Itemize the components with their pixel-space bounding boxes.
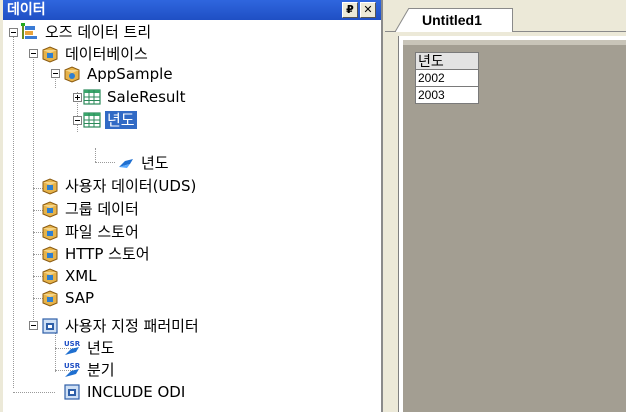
dataset-grid-icon <box>83 112 101 128</box>
table-header-cell[interactable]: 년도 <box>415 52 479 70</box>
collapse-root-button[interactable] <box>9 28 18 37</box>
field-icon <box>119 159 133 168</box>
database-icon <box>42 268 58 285</box>
table-cell[interactable]: 2003 <box>415 86 479 104</box>
svg-text:USR: USR <box>64 340 81 348</box>
pin-button[interactable]: ₽ <box>342 2 358 18</box>
data-tree: 오즈 데이터 트리 데이터베이스 AppSample SaleResult 년도… <box>3 20 381 412</box>
tree-node-group-data[interactable]: 그룹 데이터 <box>41 199 141 219</box>
svg-text:USR: USR <box>64 362 81 370</box>
collapse-database-button[interactable] <box>29 49 38 58</box>
user-param-icon: USR <box>64 340 81 355</box>
expand-saleresult-button[interactable] <box>73 93 82 102</box>
include-odi-icon <box>64 384 80 400</box>
document-area: Untitled1 년도 2002 2003 <box>385 0 626 412</box>
tree-root-icon <box>21 23 37 39</box>
tree-line <box>55 332 56 372</box>
tree-node-http-store[interactable]: HTTP 스토어 <box>41 244 152 264</box>
table-header-row: 년도 <box>415 52 479 70</box>
collapse-user-params-button[interactable] <box>29 321 38 330</box>
tree-line <box>95 162 115 163</box>
tree-node-include-odi[interactable]: INCLUDE ODI <box>63 382 187 402</box>
tree-node-xml[interactable]: XML <box>41 266 99 286</box>
tree-node-uds[interactable]: 사용자 데이터(UDS) <box>41 176 198 196</box>
tree-node-database[interactable]: 데이터베이스 <box>41 44 150 64</box>
tree-node-user-params[interactable]: 사용자 지정 패러미터 <box>41 316 201 336</box>
database-icon <box>42 246 58 263</box>
tree-node-saleresult[interactable]: SaleResult <box>83 87 187 107</box>
panel-title-bar: 데이터 ₽ ✕ <box>3 0 381 20</box>
tab-label: Untitled1 <box>422 12 482 28</box>
tree-line <box>13 392 55 393</box>
tree-node-file-store[interactable]: 파일 스토어 <box>41 222 141 242</box>
table-row: 2002 <box>415 69 479 87</box>
tab-slant-edge <box>395 8 409 32</box>
tree-node-sap[interactable]: SAP <box>41 288 96 308</box>
data-panel: 데이터 ₽ ✕ 오즈 데이터 트리 데이터베이스 AppSample SaleR… <box>3 0 383 412</box>
table-cell[interactable]: 2002 <box>415 69 479 87</box>
tree-node-root[interactable]: 오즈 데이터 트리 <box>21 22 153 42</box>
database-icon <box>42 201 58 218</box>
tree-line <box>13 32 14 388</box>
database-icon <box>42 46 58 63</box>
connection-icon <box>64 66 80 83</box>
report-table[interactable]: 년도 2002 2003 <box>415 52 479 104</box>
dataset-grid-icon <box>83 89 101 105</box>
tree-node-param-quarter[interactable]: USR 분기 <box>63 360 117 380</box>
report-ruler <box>403 40 626 45</box>
tab-untitled1[interactable]: Untitled1 <box>395 8 513 32</box>
table-row: 2003 <box>415 86 479 104</box>
tree-node-year-dataset[interactable]: 년도 <box>83 110 138 130</box>
database-icon <box>42 290 58 307</box>
tree-node-appsample[interactable]: AppSample <box>63 64 175 84</box>
tree-line <box>95 148 96 162</box>
user-param-icon: USR <box>64 362 81 377</box>
database-icon <box>42 224 58 241</box>
parameter-box-icon <box>42 318 58 334</box>
tree-node-param-year[interactable]: USR 년도 <box>63 338 117 358</box>
tree-node-year-field[interactable]: 년도 <box>117 153 171 173</box>
collapse-appsample-button[interactable] <box>51 69 60 78</box>
close-button[interactable]: ✕ <box>360 2 376 18</box>
database-icon <box>42 178 58 195</box>
panel-title: 데이터 <box>7 2 46 18</box>
collapse-year-button[interactable] <box>73 116 82 125</box>
